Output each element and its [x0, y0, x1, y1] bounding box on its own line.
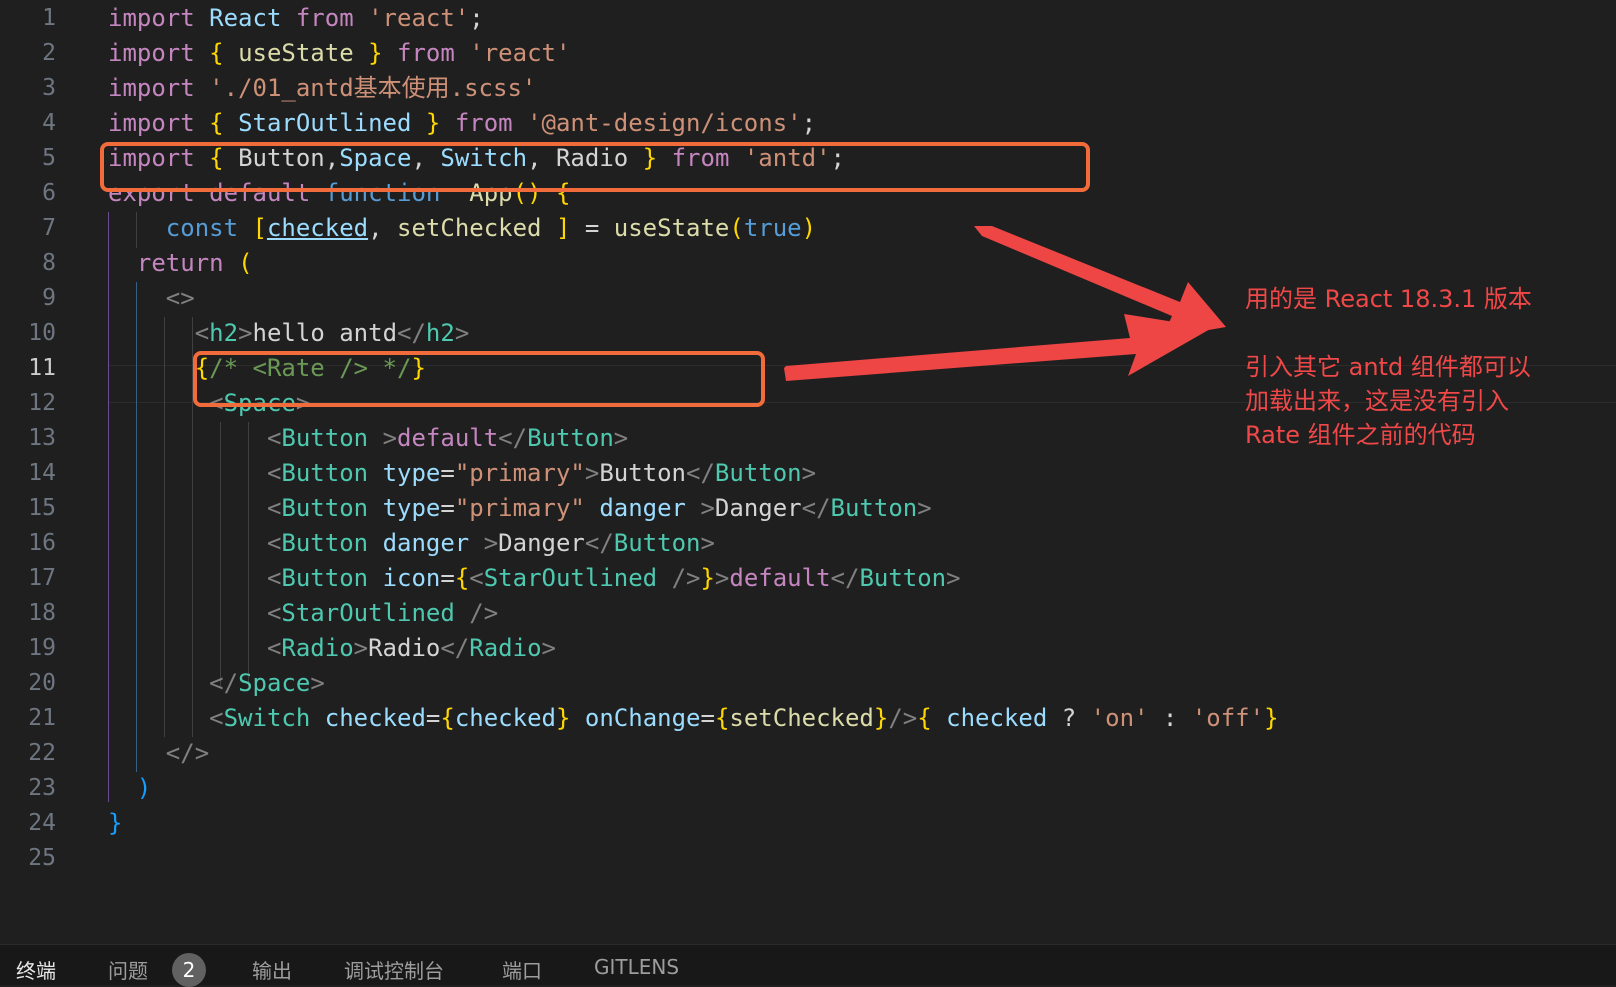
problems-count-badge: 2	[172, 953, 206, 987]
annotation-body-note: 引入其它 antd 组件都可以 加载出来，这是没有引入 Rate 组件之前的代码	[1245, 350, 1531, 452]
tab-output[interactable]: 输出	[252, 955, 292, 984]
tab-gitlens[interactable]: GITLENS	[594, 955, 679, 979]
annotation-body-line: Rate 组件之前的代码	[1245, 421, 1476, 449]
tab-problems[interactable]: 问题	[108, 955, 148, 984]
bottom-panel: 终端 问题 2 输出 调试控制台 端口 GITLENS	[0, 944, 1616, 987]
arrow-to-note-lower	[784, 314, 1212, 381]
tab-ports[interactable]: 端口	[502, 955, 542, 984]
tab-debug-console[interactable]: 调试控制台	[344, 955, 444, 984]
annotation-body-line: 加载出来，这是没有引入	[1245, 387, 1509, 415]
arrow-to-note-upper	[974, 226, 1226, 338]
tab-terminal[interactable]: 终端	[16, 955, 56, 984]
annotation-body-line: 引入其它 antd 组件都可以	[1245, 353, 1531, 381]
annotation-version-note: 用的是 React 18.3.1 版本	[1245, 285, 1532, 313]
code-editor[interactable]: 1 import React from 'react'; 2 import { use…	[0, 0, 1616, 944]
annotation-arrows	[784, 226, 1226, 381]
